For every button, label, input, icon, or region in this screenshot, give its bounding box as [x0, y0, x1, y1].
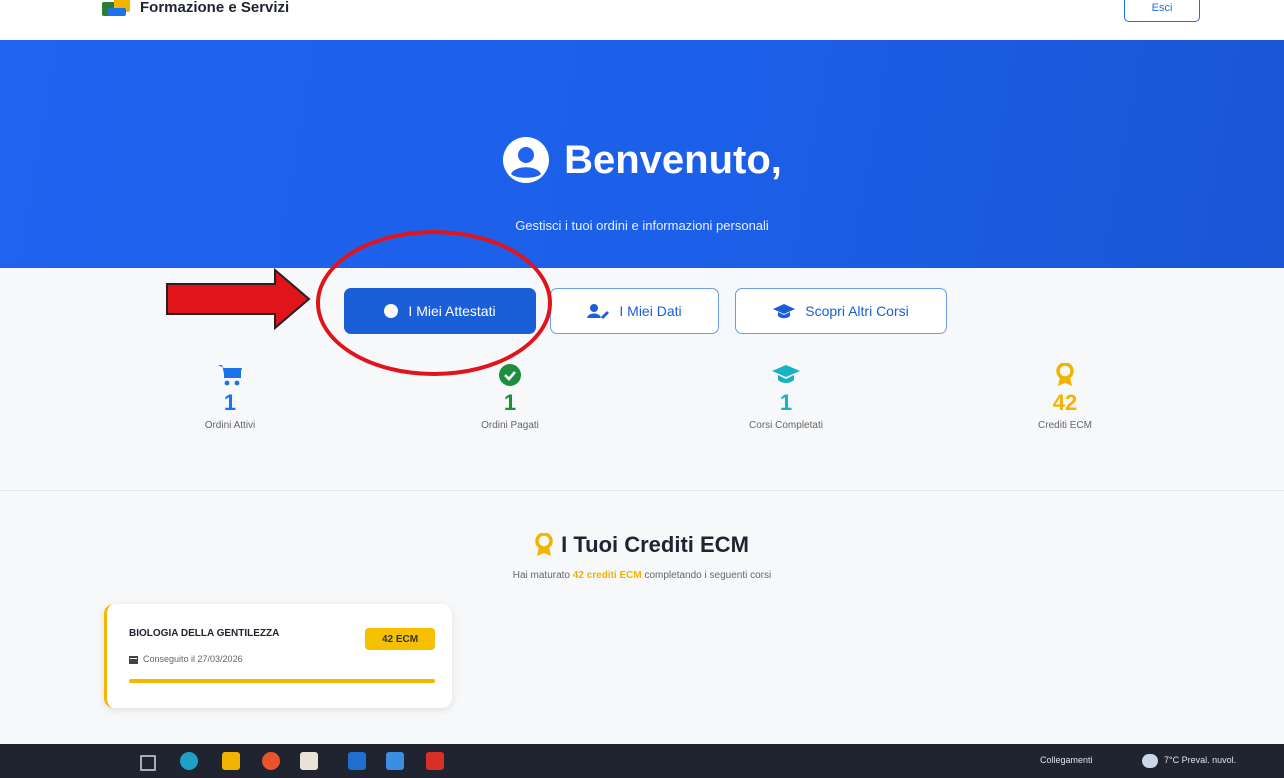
graduation-cap-icon — [772, 365, 800, 383]
app-icon[interactable] — [300, 752, 318, 770]
award-icon — [535, 533, 553, 556]
course-title: BIOLOGIA DELLA GENTILEZZA — [129, 628, 280, 639]
stat-value: 1 — [779, 390, 793, 415]
ecm-section-subtitle: Hai maturato 42 crediti ECM completando … — [0, 570, 1284, 581]
edge-browser-icon[interactable] — [180, 752, 198, 770]
ecm-badge: 42 ECM — [365, 628, 435, 650]
weather-cloud-icon[interactable] — [1142, 754, 1158, 768]
stat-value: 1 — [223, 390, 237, 415]
hero-banner: Benvenuto, Gestisci i tuoi ordini e info… — [0, 40, 1284, 268]
ecm-section-title: I Tuoi Crediti ECM — [0, 532, 1284, 558]
stat-label: Ordini Attivi — [204, 420, 256, 431]
calendar-icon — [129, 655, 138, 664]
stat-ecm-credits: 42 Crediti ECM — [955, 362, 1175, 431]
brand-name: Formazione e Servizi — [140, 0, 290, 16]
brand-logo — [102, 0, 132, 18]
app-icon[interactable] — [386, 752, 404, 770]
logout-button[interactable]: Esci — [1124, 0, 1200, 22]
tab-my-data[interactable]: I Miei Dati — [550, 288, 719, 334]
windows-taskbar: Collegamenti 7°C Preval. nuvol. — [0, 744, 1284, 778]
course-card[interactable]: BIOLOGIA DELLA GENTILEZZA 42 ECM Consegu… — [104, 604, 452, 708]
annotation-ellipse — [316, 230, 552, 376]
stat-value: 42 — [1052, 390, 1078, 415]
stat-label: Crediti ECM — [1038, 420, 1092, 431]
course-progress-bar — [129, 679, 435, 683]
stat-label: Corsi Completati — [749, 420, 823, 431]
stat-paid-orders: 1 Ordini Pagati — [400, 362, 620, 431]
brand[interactable]: Formazione e Servizi — [102, 0, 289, 18]
check-circle-icon — [499, 364, 521, 386]
file-explorer-icon[interactable] — [222, 752, 240, 770]
acrobat-icon[interactable] — [426, 752, 444, 770]
stat-label: Ordini Pagati — [481, 420, 539, 431]
tab-label: Scopri Altri Corsi — [805, 303, 909, 319]
graduation-cap-icon — [773, 304, 796, 319]
top-navbar: Formazione e Servizi Esci — [0, 0, 1284, 41]
task-view-icon[interactable] — [140, 755, 156, 771]
chrome-browser-icon[interactable] — [262, 752, 280, 770]
outlook-icon[interactable] — [348, 752, 366, 770]
welcome-text: Benvenuto, — [564, 137, 782, 182]
stats-row: 1 Ordini Attivi 1 Ordini Pagati 1 Corsi … — [0, 362, 1284, 472]
user-edit-icon — [587, 304, 610, 319]
cart-icon — [218, 365, 242, 386]
section-divider — [0, 490, 1284, 491]
welcome-heading: Benvenuto, — [0, 136, 1284, 184]
ecm-subtitle-pre: Hai maturato — [512, 570, 573, 581]
user-circle-icon — [503, 137, 550, 183]
ecm-title-text: I Tuoi Crediti ECM — [561, 532, 749, 557]
tab-discover-courses[interactable]: Scopri Altri Corsi — [735, 288, 947, 334]
ecm-subtitle-post: completando i seguenti corsi — [641, 570, 772, 581]
stat-completed-courses: 1 Corsi Completati — [676, 362, 896, 431]
course-date: Conseguito il 27/03/2026 — [129, 654, 243, 664]
award-icon — [1056, 363, 1074, 386]
stat-value: 1 — [503, 390, 517, 415]
annotation-arrow-icon — [166, 268, 311, 330]
course-date-text: Conseguito il 27/03/2026 — [143, 654, 243, 664]
tab-label: I Miei Dati — [619, 303, 682, 319]
ecm-credits-highlight: 42 crediti ECM — [572, 570, 642, 581]
course-progress-fill — [129, 679, 435, 683]
links-toolbar[interactable]: Collegamenti — [1040, 755, 1093, 765]
stat-active-orders: 1 Ordini Attivi — [120, 362, 340, 431]
welcome-subtitle: Gestisci i tuoi ordini e informazioni pe… — [515, 218, 769, 233]
weather-widget[interactable]: 7°C Preval. nuvol. — [1164, 755, 1236, 765]
